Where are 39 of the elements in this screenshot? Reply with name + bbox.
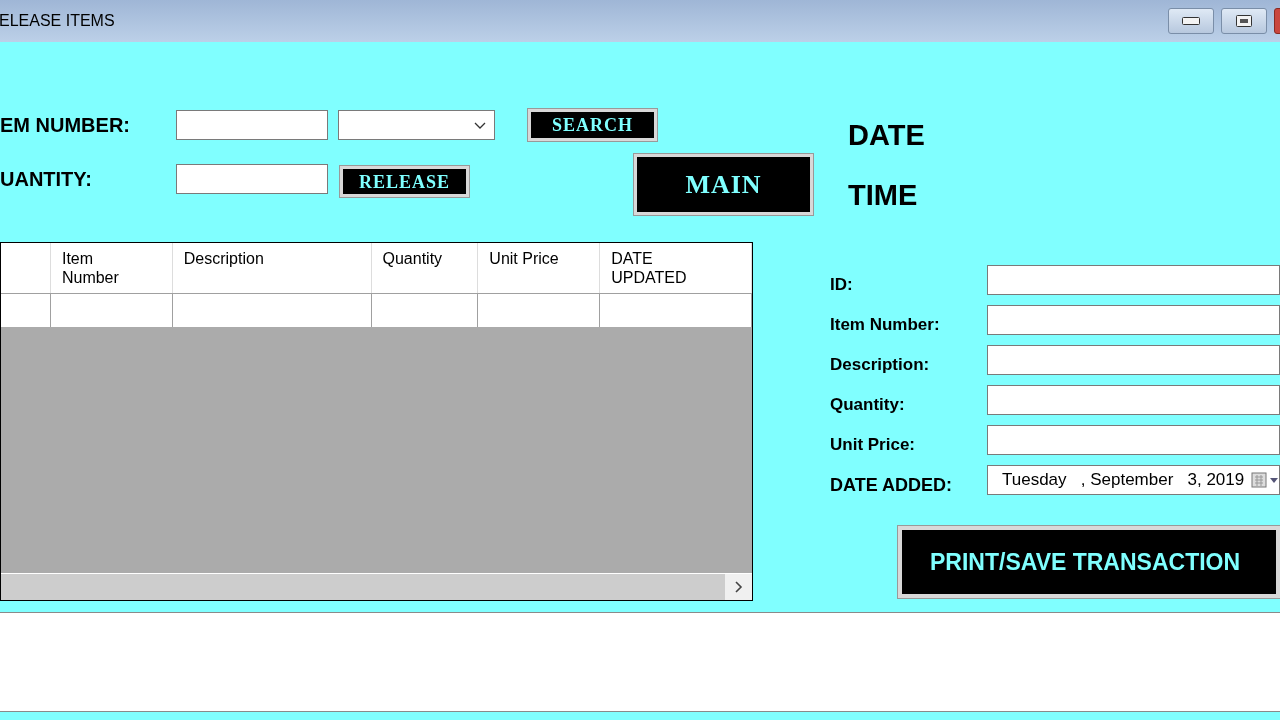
main-button[interactable]: MAIN bbox=[634, 154, 813, 215]
text-input[interactable] bbox=[987, 345, 1280, 375]
item-number-dropdown[interactable] bbox=[338, 110, 495, 140]
text-input[interactable] bbox=[987, 425, 1280, 455]
date-value: Tuesday , September 3, 2019 bbox=[1002, 469, 1245, 492]
column-header[interactable]: Item Number bbox=[50, 243, 173, 293]
text-input[interactable] bbox=[987, 305, 1280, 335]
item-number-input[interactable] bbox=[176, 110, 328, 140]
data-grid[interactable]: Item Number Description Quantity Unit Price DATE UPDATED bbox=[0, 242, 753, 601]
field-label: DATE ADDED: bbox=[830, 473, 953, 497]
text-input[interactable] bbox=[987, 385, 1280, 415]
maximize-button[interactable] bbox=[1221, 8, 1267, 34]
minimize-icon bbox=[1182, 17, 1200, 25]
window-title: ELEASE ITEMS bbox=[0, 11, 115, 31]
column-header[interactable]: DATE UPDATED bbox=[600, 243, 752, 293]
field-label: Item Number: bbox=[830, 314, 941, 337]
time-label: TIME bbox=[848, 177, 919, 213]
field-label: Description: bbox=[830, 354, 931, 377]
field-label: UANTITY: bbox=[0, 167, 93, 192]
date-label: DATE bbox=[848, 118, 925, 153]
column-header[interactable]: Description bbox=[172, 243, 372, 293]
column-header[interactable]: Quantity bbox=[371, 243, 479, 293]
text-input[interactable] bbox=[987, 265, 1280, 295]
quantity-input[interactable] bbox=[176, 164, 328, 194]
chevron-down-icon bbox=[474, 121, 486, 129]
calendar-dropdown-icon[interactable] bbox=[1251, 472, 1279, 488]
field-label: ID: bbox=[830, 274, 854, 297]
field-label: Unit Price: bbox=[830, 434, 917, 457]
print-save-button[interactable]: PRINT/SAVE TRANSACTION bbox=[898, 526, 1280, 598]
column-header[interactable]: Unit Price bbox=[478, 243, 601, 293]
maximize-icon bbox=[1236, 15, 1252, 27]
date-picker[interactable]: Tuesday , September 3, 2019 bbox=[987, 465, 1280, 495]
field-label: Quantity: bbox=[830, 394, 906, 417]
minimize-button[interactable] bbox=[1168, 8, 1214, 34]
scroll-right-icon[interactable] bbox=[725, 574, 752, 600]
release-button[interactable]: RELEASE bbox=[340, 166, 469, 197]
field-label: EM NUMBER: bbox=[0, 113, 131, 138]
horizontal-scrollbar[interactable] bbox=[1, 573, 752, 600]
search-button[interactable]: SEARCH bbox=[528, 109, 657, 141]
